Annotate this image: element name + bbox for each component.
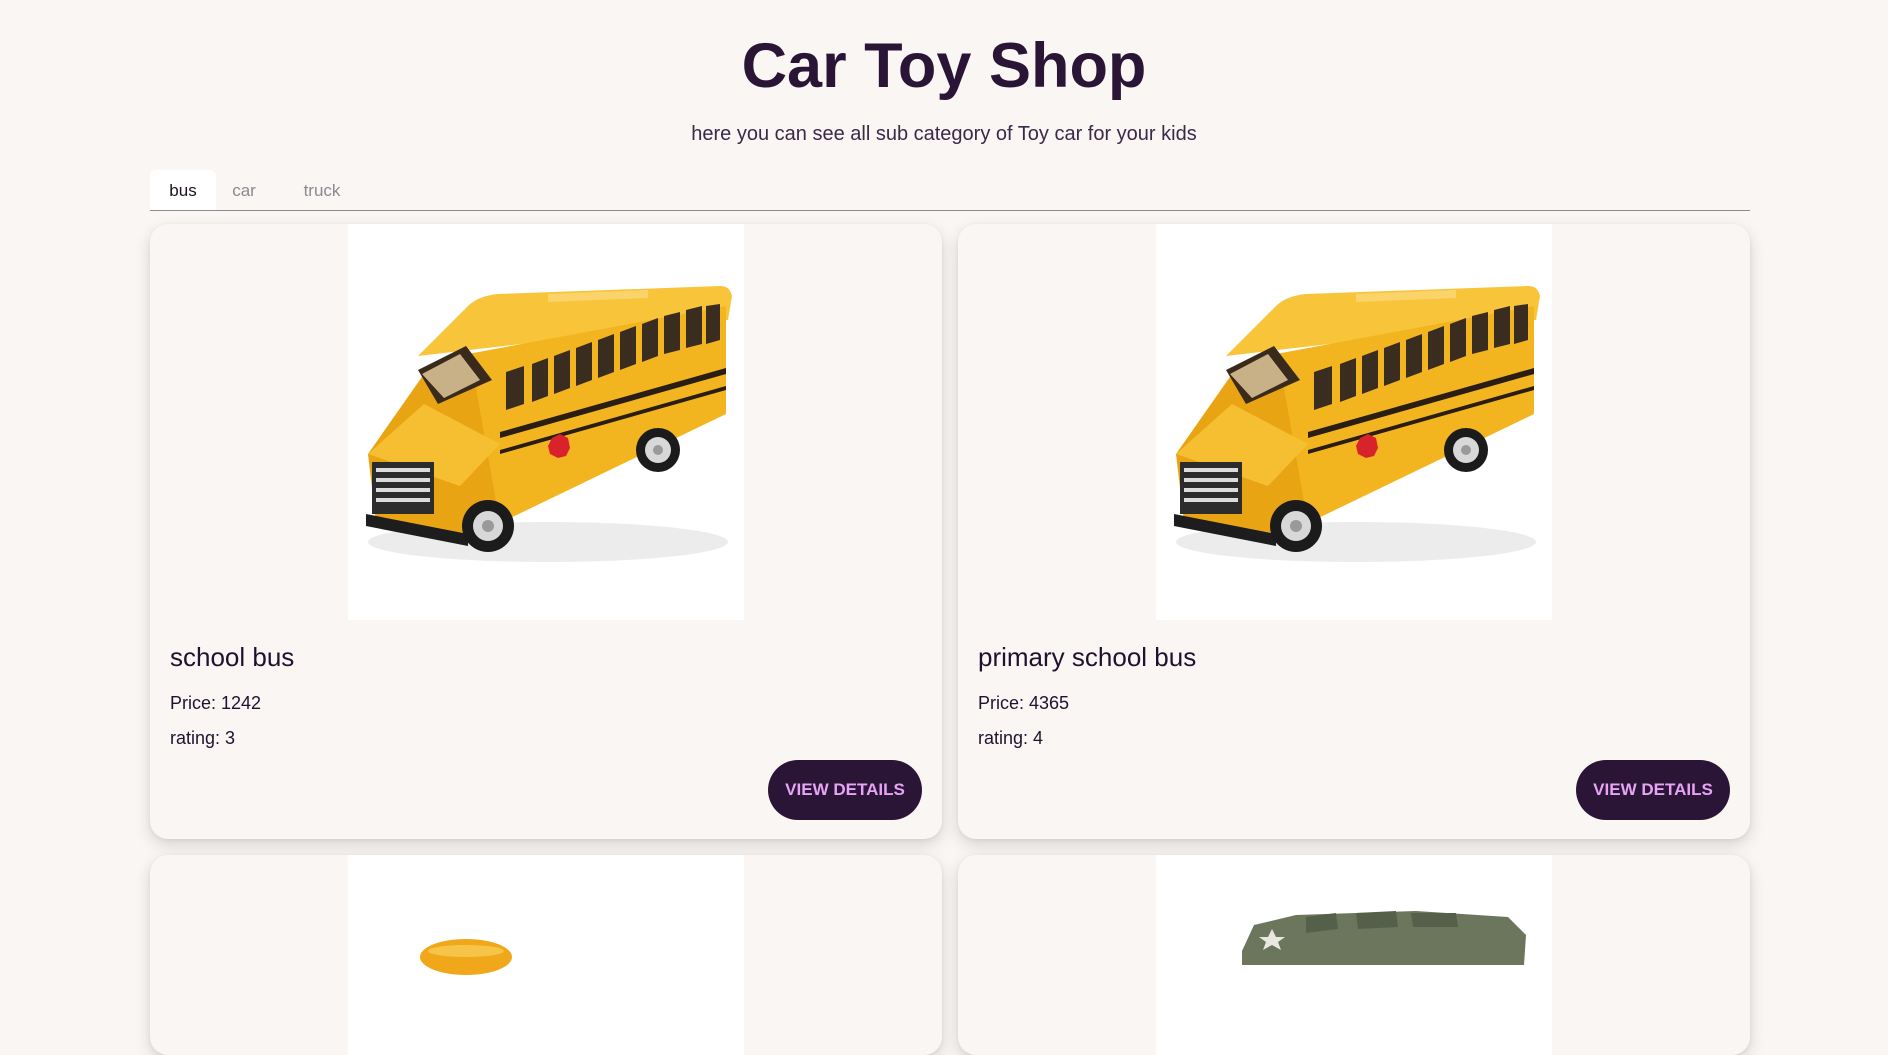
product-rating: rating: 4 xyxy=(978,728,1044,748)
army-truck-image xyxy=(1242,911,1526,965)
page-title: Car Toy Shop xyxy=(741,31,1147,101)
product-image xyxy=(348,855,744,1055)
product-price: Price: 1242 xyxy=(170,693,262,713)
product-card xyxy=(958,855,1750,1055)
view-details-button[interactable]: VIEW DETAILS xyxy=(768,760,922,820)
page-subtitle: here you can see all sub category of Toy… xyxy=(691,123,1197,145)
product-image xyxy=(1156,224,1552,620)
tab-bus[interactable]: bus xyxy=(150,170,216,210)
product-image xyxy=(348,224,744,620)
product-card xyxy=(150,855,942,1055)
school-bus-image xyxy=(364,284,734,564)
yellow-toy-image xyxy=(420,939,512,975)
view-details-button[interactable]: VIEW DETAILS xyxy=(1576,760,1730,820)
product-card: school bus Price: 1242 rating: 3 VIEW DE… xyxy=(150,224,942,839)
page-header: Car Toy Shop here you can see all sub ca… xyxy=(0,0,1888,148)
product-name: school bus xyxy=(170,642,295,672)
product-price: Price: 4365 xyxy=(978,693,1070,713)
category-tabs: bus car truck xyxy=(150,170,1750,211)
product-name: primary school bus xyxy=(978,642,1197,672)
school-bus-image xyxy=(1172,284,1542,564)
tab-car[interactable]: car xyxy=(222,170,266,210)
product-card: primary school bus Price: 4365 rating: 4… xyxy=(958,224,1750,839)
product-image xyxy=(1156,855,1552,1055)
product-rating: rating: 3 xyxy=(170,728,236,748)
tab-truck[interactable]: truck xyxy=(294,170,350,210)
